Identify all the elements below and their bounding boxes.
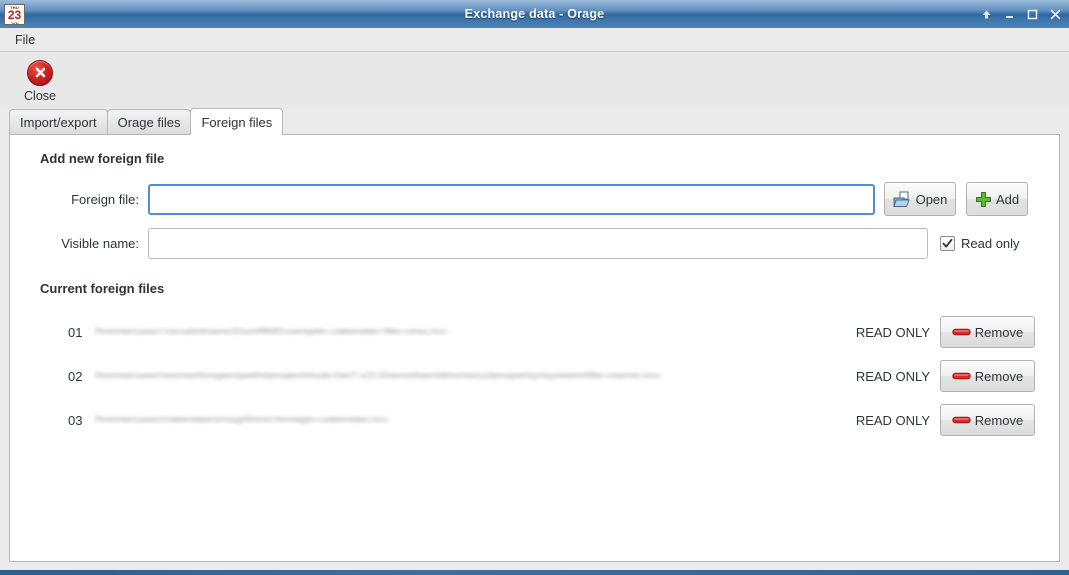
tab-import-export[interactable]: Import/export [9, 109, 108, 134]
file-path-text: /home/user/calendars/org/third-foreign-c… [94, 414, 388, 425]
foreign-files-list: 01 /home/user/.local/share/Zoo/ffil/Exam… [40, 310, 1035, 442]
foreign-files-panel: Add new foreign file Foreign file: Open [9, 134, 1060, 562]
read-only-status: READ ONLY [855, 368, 930, 384]
menu-item-file[interactable]: File [9, 31, 41, 49]
file-path: /home/user/some/longer/path/project/sub-… [94, 366, 856, 386]
table-row: 03 /home/user/calendars/org/third-foreig… [40, 398, 1035, 442]
close-toolbar-label: Close [24, 88, 56, 103]
close-toolbar-button[interactable]: Close [11, 58, 69, 103]
read-only-checkbox-wrap[interactable]: Read only [940, 236, 1020, 251]
tab-orage-files[interactable]: Orage files [106, 109, 192, 134]
add-button-label: Add [995, 191, 1020, 207]
maximize-button[interactable] [1026, 8, 1039, 21]
title-bar[interactable]: THU 23 JAN Exchange data - Orage [0, 0, 1069, 28]
remove-button[interactable]: Remove [940, 360, 1035, 392]
file-index: 01 [68, 324, 83, 340]
table-row: 02 /home/user/some/longer/path/project/s… [40, 354, 1035, 398]
open-button[interactable]: Open [884, 182, 956, 216]
list-section-title: Current foreign files [40, 281, 165, 296]
plus-icon [975, 191, 992, 208]
remove-button[interactable]: Remove [940, 404, 1035, 436]
foreign-file-label: Foreign file: [71, 191, 139, 207]
tab-strip: Import/export Orage files Foreign files [9, 108, 1060, 135]
foreign-file-input[interactable] [148, 183, 875, 215]
calendar-icon-day: 23 [7, 7, 22, 22]
remove-minus-icon [952, 415, 971, 425]
read-only-checkbox-label: Read only [961, 236, 1020, 251]
window-controls [980, 0, 1062, 28]
toolbar: Close [0, 52, 1069, 108]
menu-bar: File [0, 28, 1069, 52]
open-button-label: Open [915, 191, 948, 207]
remove-button[interactable]: Remove [940, 316, 1035, 348]
close-circle-icon [27, 59, 53, 86]
add-button[interactable]: Add [966, 182, 1028, 216]
remove-minus-icon [952, 371, 971, 381]
remove-button-label: Remove [974, 324, 1024, 340]
file-path: /home/user/calendars/org/third-foreign-c… [94, 410, 856, 430]
foreign-file-row: Foreign file: Open Add [40, 182, 1035, 216]
visible-name-label: Visible name: [61, 236, 139, 251]
remove-button-label: Remove [974, 368, 1024, 384]
visible-name-row: Visible name: Read only [40, 228, 1035, 259]
application-window: THU 23 JAN Exchange data - Orage File Cl… [0, 0, 1069, 575]
table-row: 01 /home/user/.local/share/Zoo/ffil/Exam… [40, 310, 1035, 354]
visible-name-input[interactable] [148, 228, 928, 259]
calendar-icon-month: JAN [10, 20, 19, 25]
window-title: Exchange data - Orage [464, 7, 605, 21]
close-button[interactable] [1049, 8, 1062, 21]
minimize-button[interactable] [1003, 8, 1016, 21]
calendar-app-icon: THU 23 JAN [4, 3, 25, 25]
read-only-status: READ ONLY [855, 324, 930, 340]
file-index: 02 [68, 368, 83, 384]
remove-button-label: Remove [974, 412, 1024, 428]
tab-foreign-files[interactable]: Foreign files [190, 108, 284, 135]
file-path-text: /home/user/some/longer/path/project/sub-… [94, 370, 660, 381]
add-section-title: Add new foreign file [40, 151, 165, 166]
file-path: /home/user/.local/share/Zoo/ffil/Example… [94, 322, 856, 342]
read-only-status: READ ONLY [855, 412, 930, 428]
content-area: Import/export Orage files Foreign files … [0, 108, 1069, 570]
read-only-checkbox[interactable] [940, 236, 955, 251]
remove-minus-icon [952, 327, 971, 337]
open-folder-icon [892, 191, 912, 208]
file-index: 03 [68, 412, 83, 428]
file-path-text: /home/user/.local/share/Zoo/ffil/Example… [94, 326, 447, 337]
shade-button[interactable] [980, 8, 993, 21]
